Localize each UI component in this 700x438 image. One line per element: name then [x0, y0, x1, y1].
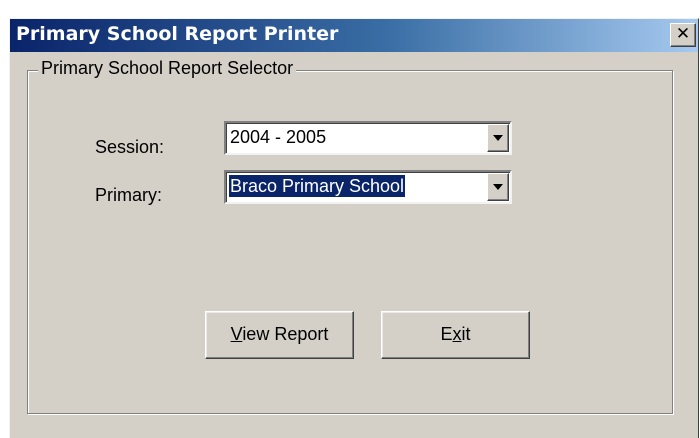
exit-label-rest: it	[461, 324, 471, 344]
session-value: 2004 - 2005	[230, 127, 327, 147]
exit-label: Exit	[440, 312, 470, 356]
primary-label: Primary:	[95, 185, 162, 205]
session-dropdown-button[interactable]	[487, 124, 509, 152]
primary-combobox[interactable]: Braco Primary School	[224, 170, 512, 204]
primary-value: Braco Primary School	[229, 175, 406, 197]
chevron-down-icon	[493, 184, 503, 190]
view-report-mnemonic: V	[230, 324, 243, 344]
close-button[interactable]: ✕	[670, 23, 696, 47]
chevron-down-icon	[493, 135, 503, 141]
groupbox-legend: Primary School Report Selector	[38, 58, 297, 79]
title-bar[interactable]: Primary School Report Printer ✕	[10, 19, 698, 52]
session-combobox[interactable]: 2004 - 2005	[224, 121, 512, 155]
view-report-label-rest: iew Report	[242, 324, 329, 344]
close-icon: ✕	[675, 24, 691, 44]
view-report-button[interactable]: View Report	[205, 311, 354, 359]
exit-label-pre: E	[440, 324, 453, 344]
session-label: Session:	[95, 137, 165, 157]
window-title: Primary School Report Printer	[16, 23, 339, 45]
exit-mnemonic: x	[452, 324, 462, 344]
exit-button[interactable]: Exit	[381, 311, 530, 359]
primary-dropdown-button[interactable]	[487, 173, 509, 201]
view-report-label: View Report	[231, 312, 329, 356]
